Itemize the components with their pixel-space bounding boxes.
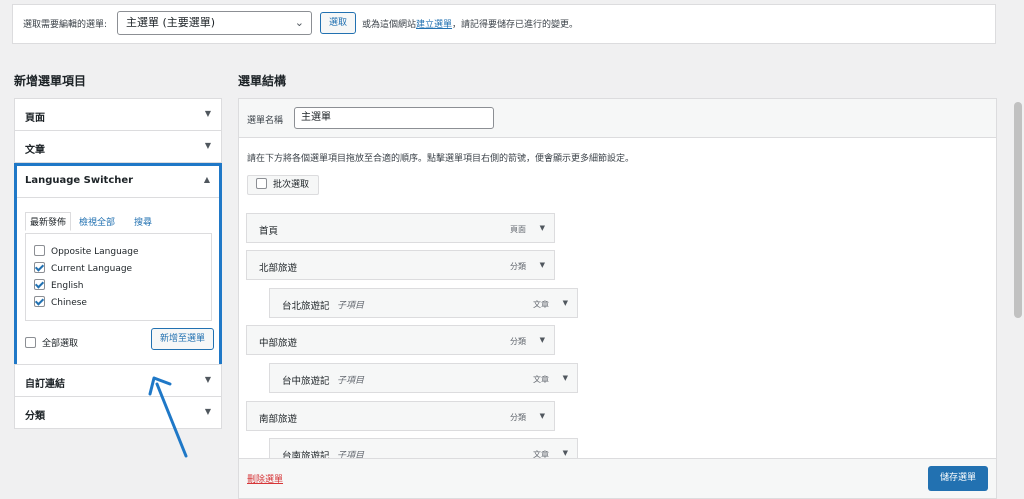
accordion-pages-label: 頁面 [25, 113, 45, 124]
triangle-up-icon: ▲ [203, 175, 210, 184]
triangle-down-icon[interactable]: ▼ [563, 299, 568, 307]
triangle-down-icon: ▼ [204, 407, 211, 416]
accordion-language-switcher[interactable]: Language Switcher ▲ [17, 166, 219, 198]
bulk-select-checkbox[interactable] [256, 178, 267, 189]
menu-item[interactable]: 台中旅遊記 子項目 文章 ▼ [269, 363, 578, 393]
menu-item-subitem-label: 子項目 [337, 376, 365, 386]
menu-item-type: 分類 [510, 413, 526, 422]
menu-name-header: 選單名稱 主選單 [239, 99, 996, 138]
menu-select-note: 或為這個網站建立選單，請記得要儲存已進行的變更。 [362, 17, 578, 30]
triangle-down-icon: ▼ [204, 141, 211, 150]
menu-name-input[interactable]: 主選單 [294, 107, 494, 129]
language-switcher-panel: Language Switcher ▲ 最新發佈 檢視全部 搜尋 Opposit… [14, 163, 222, 367]
list-item[interactable]: Current Language [34, 262, 132, 274]
menu-item-title: 台中旅遊記 [282, 376, 330, 387]
menu-select-bar: 選取需要編輯的選單: 主選單 (主要選單) ⌄ 選取 或為這個網站建立選單，請記… [12, 4, 996, 44]
add-menu-items-title: 新增選單項目 [14, 74, 87, 88]
triangle-down-icon[interactable]: ▼ [540, 224, 545, 232]
accordion-posts[interactable]: 文章 ▼ [14, 130, 222, 163]
list-item[interactable]: Chinese [34, 296, 87, 308]
menu-footer: 刪除選單 儲存選單 [239, 458, 996, 498]
accordion-posts-label: 文章 [25, 145, 45, 156]
menu-item-title: 南部旅遊 [259, 414, 298, 425]
checkbox[interactable] [34, 245, 45, 256]
list-item[interactable]: English [34, 279, 84, 291]
accordion-categories-label: 分類 [25, 411, 45, 422]
bulk-select-label: 批次選取 [273, 180, 310, 190]
triangle-down-icon[interactable]: ▼ [563, 374, 568, 382]
menu-structure-panel: 選單名稱 主選單 請在下方將各個選單項目拖放至合適的順序。點擊選單項目右側的箭號… [238, 98, 997, 499]
scrollbar-thumb[interactable] [1014, 102, 1022, 318]
create-menu-link[interactable]: 建立選單 [416, 20, 452, 30]
menu-item[interactable]: 台北旅遊記 子項目 文章 ▼ [269, 288, 578, 318]
menu-item-title: 北部旅遊 [259, 263, 298, 274]
menu-item-title: 首頁 [259, 226, 279, 237]
menu-item-type: 文章 [533, 375, 549, 384]
add-to-menu-button[interactable]: 新增至選單 [151, 328, 214, 350]
item-label: English [51, 281, 84, 291]
save-menu-button[interactable]: 儲存選單 [928, 466, 988, 491]
menu-item-title: 中部旅遊 [259, 338, 298, 349]
menu-item[interactable]: 中部旅遊 分類 ▼ [246, 325, 555, 355]
triangle-down-icon[interactable]: ▼ [540, 412, 545, 420]
select-all-label: 全部選取 [42, 339, 79, 349]
language-items-list: Opposite Language Current Language Engli… [25, 233, 212, 321]
checkbox[interactable] [34, 262, 45, 273]
select-menu-button[interactable]: 選取 [320, 12, 356, 34]
menu-select-dropdown[interactable]: 主選單 (主要選單) ⌄ [117, 11, 312, 35]
checkbox[interactable] [34, 296, 45, 307]
menu-item-type: 文章 [533, 300, 549, 309]
triangle-down-icon[interactable]: ▼ [563, 449, 568, 457]
checkbox[interactable] [34, 279, 45, 290]
triangle-down-icon: ▼ [204, 375, 211, 384]
menu-item-type: 分類 [510, 337, 526, 346]
tab-most-recent[interactable]: 最新發佈 [25, 212, 72, 231]
note-prefix: 或為這個網站 [362, 20, 417, 30]
menu-name-label: 選單名稱 [247, 116, 284, 126]
menu-item[interactable]: 北部旅遊 分類 ▼ [246, 250, 555, 280]
menu-item[interactable]: 南部旅遊 分類 ▼ [246, 401, 555, 431]
menu-item-type: 分類 [510, 262, 526, 271]
chevron-down-icon: ⌄ [294, 16, 304, 29]
menu-structure-title: 選單結構 [238, 74, 287, 88]
note-suffix: ，請記得要儲存已進行的變更。 [452, 20, 579, 30]
menu-item[interactable]: 首頁 頁面 ▼ [246, 213, 555, 243]
menu-item-title: 台北旅遊記 [282, 301, 330, 312]
select-all-row[interactable]: 全部選取 [25, 336, 78, 349]
triangle-down-icon[interactable]: ▼ [540, 336, 545, 344]
menu-item-subitem-label: 子項目 [337, 301, 365, 311]
tab-view-all[interactable]: 檢視全部 [79, 215, 115, 228]
triangle-down-icon[interactable]: ▼ [540, 261, 545, 269]
menu-select-value: 主選單 (主要選單) [126, 16, 216, 29]
bulk-select-button[interactable]: 批次選取 [247, 175, 319, 195]
language-switcher-title: Language Switcher [25, 175, 134, 186]
menu-item-type: 頁面 [510, 225, 526, 234]
item-label: Current Language [51, 264, 133, 274]
list-item[interactable]: Opposite Language [34, 245, 139, 257]
menu-select-label: 選取需要編輯的選單: [23, 20, 108, 30]
accordion-pages[interactable]: 頁面 ▼ [14, 98, 222, 131]
item-label: Opposite Language [51, 247, 139, 257]
select-all-checkbox[interactable] [25, 337, 36, 348]
blue-arrow-annotation-icon [148, 376, 188, 458]
menu-instructions: 請在下方將各個選單項目拖放至合適的順序。點擊選單項目右側的箭號，便會顯示更多細節… [247, 154, 635, 164]
delete-menu-link[interactable]: 刪除選單 [247, 472, 283, 485]
accordion-custom-links-label: 自訂連結 [25, 379, 65, 390]
triangle-down-icon: ▼ [204, 109, 211, 118]
tab-search[interactable]: 搜尋 [134, 215, 152, 228]
item-label: Chinese [51, 298, 87, 308]
